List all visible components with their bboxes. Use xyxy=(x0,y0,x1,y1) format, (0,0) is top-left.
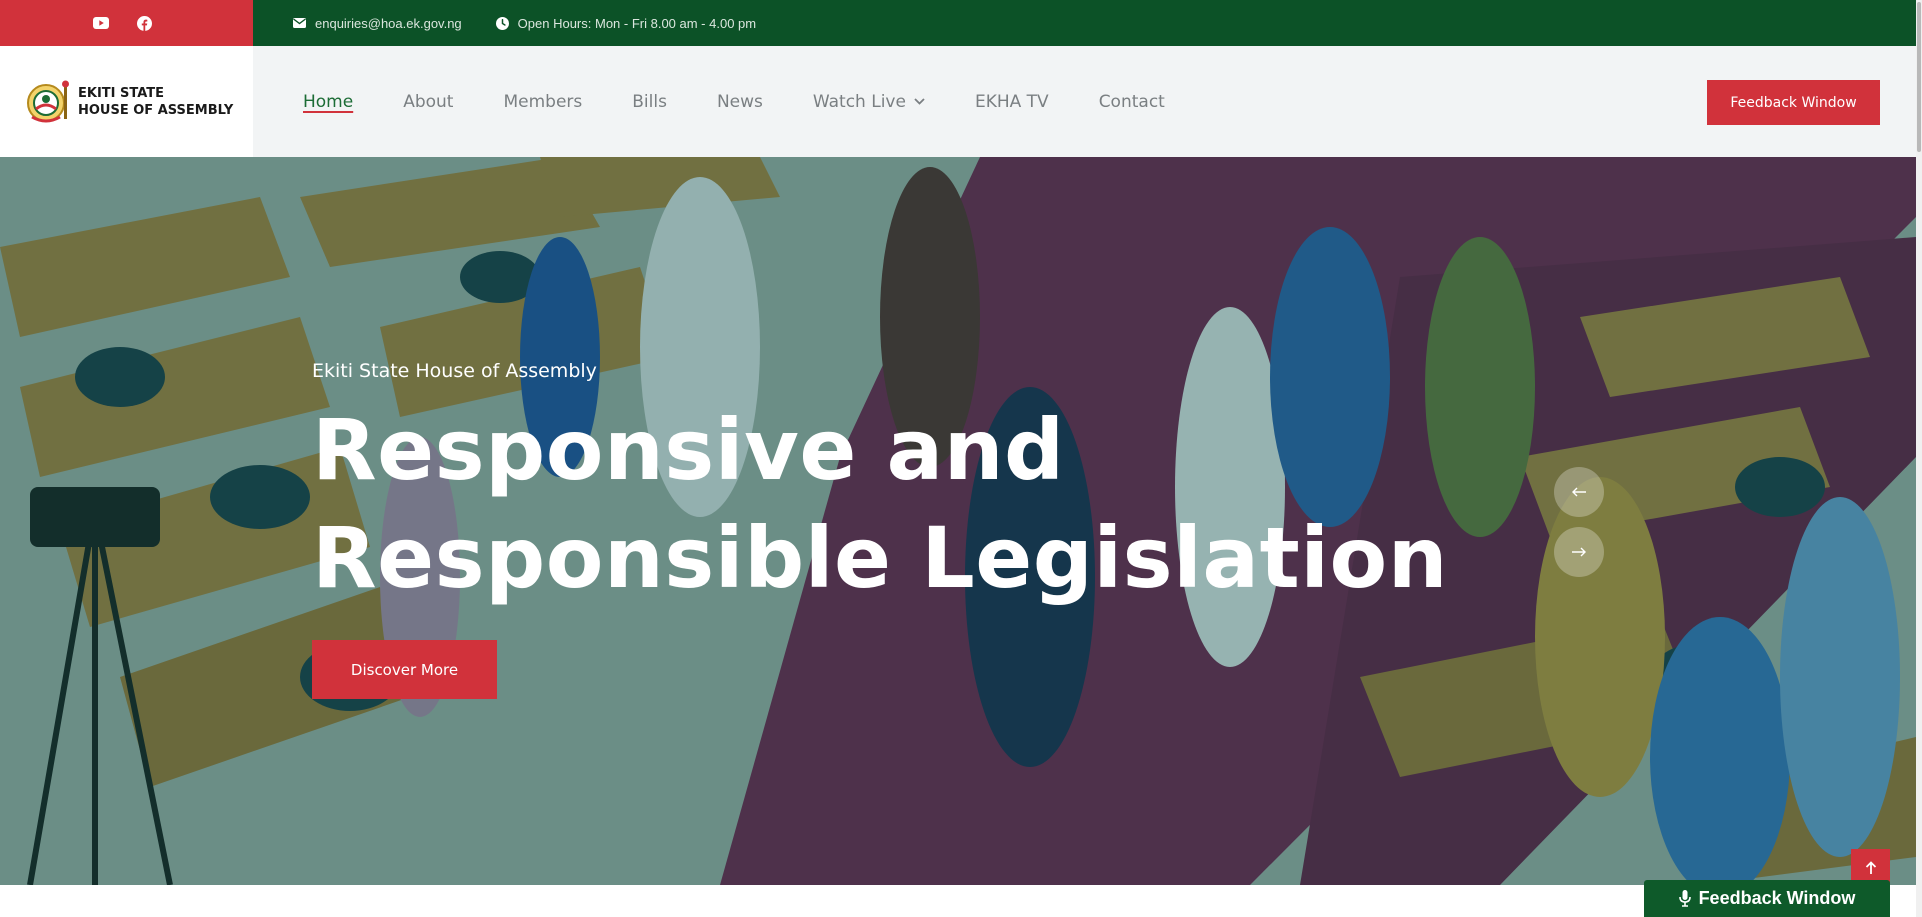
feedback-window-float[interactable]: Feedback Window xyxy=(1644,880,1890,917)
main-nav: Home About Members Bills News Watch Live… xyxy=(303,46,1215,157)
hero-slider: Ekiti State House of Assembly Responsive… xyxy=(0,157,1916,885)
discover-more-button[interactable]: Discover More xyxy=(312,640,497,699)
facebook-icon[interactable] xyxy=(136,14,154,32)
microphone-icon xyxy=(1678,890,1691,907)
hero-title: Responsive and Responsible Legislation xyxy=(312,396,1448,612)
envelope-icon xyxy=(293,18,306,28)
nav-item-watch-live[interactable]: Watch Live xyxy=(813,92,925,112)
clock-icon xyxy=(495,16,509,30)
nav-item-members[interactable]: Members xyxy=(503,92,582,112)
hero-subtitle: Ekiti State House of Assembly xyxy=(312,360,597,382)
top-bar: enquiries@hoa.ek.gov.ng Open Hours: Mon … xyxy=(0,0,1922,46)
slider-next-button[interactable] xyxy=(1554,527,1604,577)
chevron-down-icon xyxy=(914,98,925,105)
hours-item: Open Hours: Mon - Fri 8.00 am - 4.00 pm xyxy=(495,15,757,31)
email-text[interactable]: enquiries@hoa.ek.gov.ng xyxy=(315,16,462,31)
logo-line-2: HOUSE OF ASSEMBLY xyxy=(78,102,234,118)
nav-item-about[interactable]: About xyxy=(403,92,453,112)
nav-item-contact[interactable]: Contact xyxy=(1099,92,1165,112)
feedback-window-button[interactable]: Feedback Window xyxy=(1707,80,1880,125)
arrow-up-icon xyxy=(1865,860,1876,874)
contact-info: enquiries@hoa.ek.gov.ng Open Hours: Mon … xyxy=(253,0,1922,46)
nav-item-bills[interactable]: Bills xyxy=(632,92,667,112)
hero-content: Ekiti State House of Assembly Responsive… xyxy=(312,360,1448,699)
main-header: EKITI STATE HOUSE OF ASSEMBLY Home About… xyxy=(0,46,1916,157)
nav-item-ekha-tv[interactable]: EKHA TV xyxy=(975,92,1049,112)
assembly-crest-icon xyxy=(27,80,69,122)
arrow-left-icon xyxy=(1572,487,1586,497)
nav-item-watch-live-label: Watch Live xyxy=(812,91,906,112)
social-links xyxy=(0,0,253,46)
nav-item-home[interactable]: Home xyxy=(303,92,353,112)
site-logo[interactable]: EKITI STATE HOUSE OF ASSEMBLY xyxy=(0,46,253,157)
hero-title-line-1: Responsive and xyxy=(312,401,1065,499)
nav-item-news[interactable]: News xyxy=(717,92,763,112)
hours-text: Open Hours: Mon - Fri 8.00 am - 4.00 pm xyxy=(517,15,757,31)
arrow-right-icon xyxy=(1572,547,1586,557)
hero-title-line-2: Responsible Legislation xyxy=(312,509,1449,607)
feedback-window-float-label: Feedback Window xyxy=(1698,888,1856,908)
logo-line-1: EKITI STATE xyxy=(78,85,165,101)
scrollbar-thumb[interactable] xyxy=(1917,2,1921,152)
youtube-icon[interactable] xyxy=(92,14,110,32)
slider-prev-button[interactable] xyxy=(1554,467,1604,517)
logo-text: EKITI STATE HOUSE OF ASSEMBLY xyxy=(78,85,233,119)
email-item[interactable]: enquiries@hoa.ek.gov.ng xyxy=(293,16,462,31)
